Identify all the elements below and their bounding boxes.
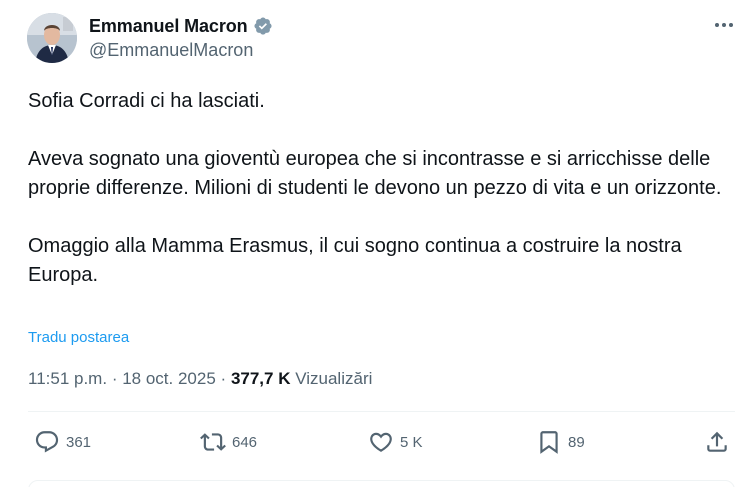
bookmark-icon <box>536 429 562 455</box>
tweet-date[interactable]: 18 oct. 2025 <box>122 369 216 388</box>
share-icon <box>704 429 730 455</box>
bookmark-count: 89 <box>568 433 585 451</box>
author-handle[interactable]: @EmmanuelMacron <box>89 40 253 61</box>
author-display-name[interactable]: Emmanuel Macron <box>89 16 248 37</box>
author-name-row[interactable]: Emmanuel Macron <box>89 14 273 38</box>
translate-post-link[interactable]: Tradu postarea <box>28 329 129 346</box>
reply-composer-edge <box>28 480 735 487</box>
repost-icon <box>200 429 226 455</box>
tweet-text: Sofia Corradi ci ha lasciati. Aveva sogn… <box>28 87 733 290</box>
repost-count: 646 <box>232 433 258 451</box>
tweet-paragraph: Sofia Corradi ci ha lasciati. <box>28 90 265 112</box>
action-bar: 361 646 5 K 89 <box>28 424 738 460</box>
like-button[interactable]: 5 K <box>368 424 423 460</box>
meta-separator: · <box>111 369 118 388</box>
tweet-paragraph: Aveva sognato una gioventù europea che s… <box>28 148 722 199</box>
share-button[interactable] <box>704 424 730 460</box>
tweet-metadata: 11:51 p.m. · 18 oct. 2025 · 377,7 K Vizu… <box>28 369 372 389</box>
tweet-detail: Emmanuel Macron @EmmanuelMacron Sofia Co… <box>0 0 755 487</box>
more-icon[interactable] <box>710 14 738 36</box>
avatar[interactable] <box>27 13 77 63</box>
repost-button[interactable]: 646 <box>200 424 257 460</box>
views-label: Vizualizări <box>295 369 373 388</box>
tweet-paragraph: Omaggio alla Mamma Erasmus, il cui sogno… <box>28 235 682 286</box>
heart-icon <box>368 429 394 455</box>
like-count: 5 K <box>400 433 423 451</box>
reply-button[interactable]: 361 <box>34 424 91 460</box>
bookmark-button[interactable]: 89 <box>536 424 585 460</box>
views-count: 377,7 K <box>230 369 291 388</box>
tweet-time[interactable]: 11:51 p.m. <box>28 369 107 388</box>
avatar-photo <box>27 13 77 63</box>
divider <box>28 411 735 412</box>
reply-icon <box>34 429 60 455</box>
meta-separator: · <box>220 369 227 388</box>
reply-count: 361 <box>66 433 92 451</box>
verified-badge-icon <box>253 16 273 36</box>
